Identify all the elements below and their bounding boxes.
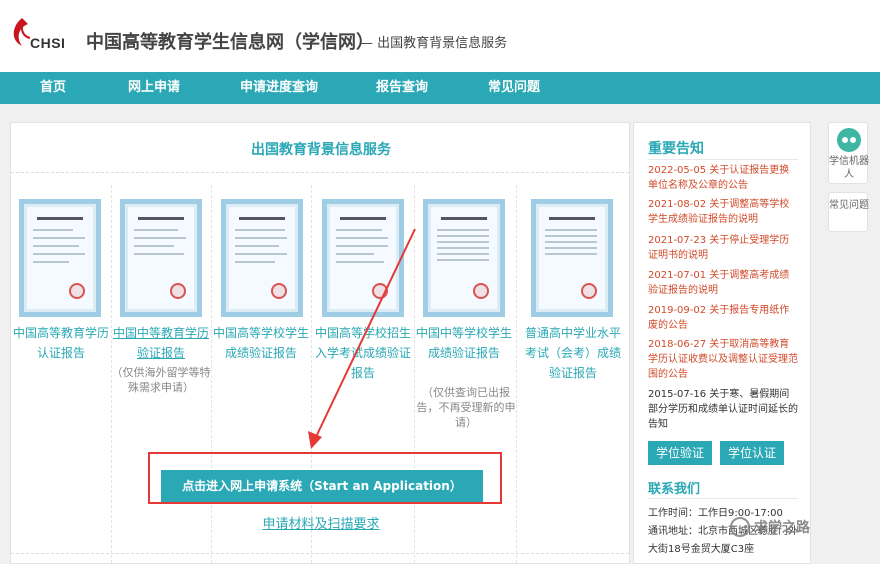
contact-address-line2: 大街18号金贸大厦C3座 xyxy=(648,544,755,555)
notice-link[interactable]: 2015-07-16 关于寒、暑假期间部分学历和成绩单认证时间延长的告知 xyxy=(648,387,798,432)
watermark: 求学之路 xyxy=(730,514,860,544)
notice-title: 重要告知 xyxy=(648,141,704,157)
certificate-thumbnail[interactable] xyxy=(322,199,404,317)
certificate-thumbnail[interactable] xyxy=(423,199,505,317)
faq-label: 常见问题 xyxy=(829,200,869,211)
report-label-secondary-edu-degree[interactable]: 中国中等教育学历验证报告 xyxy=(111,323,211,363)
certificate-thumbnail[interactable] xyxy=(120,199,202,317)
notice-link[interactable]: 2021-08-02 关于调整高等学校学生成绩验证报告的说明 xyxy=(648,197,798,227)
report-label-gaokao-score[interactable]: 中国高等学校招生入学考试成绩验证报告 xyxy=(313,323,413,383)
main-nav: 首页 网上申请 申请进度查询 报告查询 常见问题 xyxy=(0,72,880,104)
certificate-thumbnail[interactable] xyxy=(531,199,613,317)
certificate-thumbnail[interactable] xyxy=(221,199,303,317)
nav-report-query[interactable]: 报告查询 xyxy=(376,72,428,104)
column-divider xyxy=(211,185,212,563)
notice-link[interactable]: 2019-09-02 关于报告专用纸作废的公告 xyxy=(648,303,798,333)
nav-home[interactable]: 首页 xyxy=(40,72,66,104)
report-label-huikao-score[interactable]: 普通高中学业水平考试（会考）成绩验证报告 xyxy=(523,323,623,383)
main-title: 出国教育背景信息服务 xyxy=(251,142,391,158)
degree-verify-button[interactable]: 学位验证 xyxy=(648,441,713,465)
report-label-secondary-transcript[interactable]: 中国中等学校学生成绩验证报告 xyxy=(414,323,514,363)
robot-icon xyxy=(837,128,861,152)
divider xyxy=(648,498,798,499)
logo-text: CHSI xyxy=(30,35,66,51)
degree-certify-button[interactable]: 学位认证 xyxy=(720,441,785,465)
column-divider xyxy=(516,185,517,563)
site-header: CHSI 中国高等教育学生信息网（学信网） — 出国教育背景信息服务 xyxy=(0,0,880,72)
robot-label: 学信机器人 xyxy=(829,156,869,180)
notice-link[interactable]: 2022-05-05 关于认证报告更换单位名称及公章的公告 xyxy=(648,163,798,193)
site-title: 中国高等教育学生信息网（学信网） xyxy=(86,32,374,53)
certificate-thumbnail[interactable] xyxy=(19,199,101,317)
wechat-icon xyxy=(730,517,750,537)
chat-robot-button[interactable]: 学信机器人 xyxy=(828,122,869,184)
notice-link[interactable]: 2018-06-27 关于取消高等教育学历认证收费以及调整认证受理范围的公告 xyxy=(648,337,798,382)
report-label-higher-edu-transcript[interactable]: 中国高等学校学生成绩验证报告 xyxy=(211,323,311,363)
site-subtitle: — 出国教育背景信息服务 xyxy=(360,36,508,51)
report-label-higher-edu-degree[interactable]: 中国高等教育学历认证报告 xyxy=(11,323,111,363)
notice-link[interactable]: 2021-07-23 关于停止受理学历证明书的说明 xyxy=(648,233,798,263)
nav-progress-query[interactable]: 申请进度查询 xyxy=(240,72,318,104)
requirements-link[interactable]: 申请材料及扫描要求 xyxy=(11,513,631,532)
notice-link[interactable]: 2021-07-01 关于调整高考成绩验证报告的说明 xyxy=(648,268,798,298)
divider xyxy=(11,553,629,554)
divider xyxy=(11,172,629,173)
faq-float-button[interactable]: 常见问题 xyxy=(828,192,869,232)
main-panel: 出国教育背景信息服务 中国高等教育学历认证报告 中国中等教育学历验证报告 （仅供… xyxy=(10,122,630,564)
start-application-button[interactable]: 点击进入网上申请系统（Start an Application） xyxy=(161,470,483,502)
notice-sidebar: 重要告知 2022-05-05 关于认证报告更换单位名称及公章的公告 2021-… xyxy=(633,122,811,564)
column-divider xyxy=(311,185,312,563)
contact-title: 联系我们 xyxy=(648,482,701,497)
report-note: （仅供查询已出报告，不再受理新的申请） xyxy=(416,386,516,429)
report-note: （仅供海外留学等特殊需求申请） xyxy=(111,366,211,394)
divider xyxy=(648,159,798,160)
nav-faq[interactable]: 常见问题 xyxy=(488,72,540,104)
nav-online-apply[interactable]: 网上申请 xyxy=(128,72,180,104)
column-divider xyxy=(414,185,415,563)
